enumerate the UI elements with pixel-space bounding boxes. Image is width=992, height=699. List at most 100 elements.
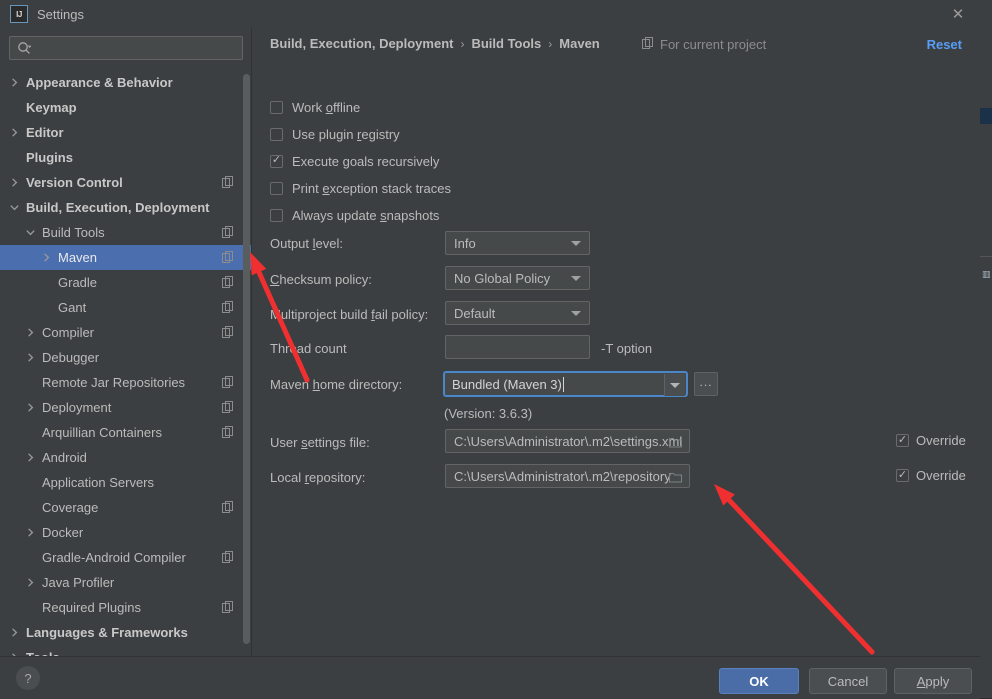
checkbox-use-plugin-registry[interactable]: Use plugin registry: [270, 125, 400, 143]
copy-settings-icon[interactable]: [222, 276, 234, 288]
checkbox-always-update-snapshots[interactable]: Always update snapshots: [270, 206, 439, 224]
user-settings-override-checkbox[interactable]: [896, 434, 909, 447]
checkbox-box[interactable]: [270, 100, 283, 114]
chevron-down-icon: [571, 276, 581, 281]
sidebar-item-gradle-android-compiler[interactable]: Gradle-Android Compiler: [0, 545, 252, 570]
sidebar-item-application-servers[interactable]: Application Servers: [0, 470, 252, 495]
sidebar-item-debugger[interactable]: Debugger: [0, 345, 252, 370]
search-input[interactable]: [35, 39, 219, 57]
maven-settings-panel: Build, Execution, Deployment › Build Too…: [253, 28, 980, 656]
sidebar-item-languages-frameworks[interactable]: Languages & Frameworks: [0, 620, 252, 645]
ide-tool-window-label[interactable]: ▤: [982, 270, 992, 279]
checksum-policy-combo[interactable]: No Global Policy: [445, 266, 590, 290]
chevron-right-icon[interactable]: [8, 626, 21, 639]
checkbox-print-exception-stack-traces[interactable]: Print exception stack traces: [270, 179, 451, 197]
sidebar-item-docker[interactable]: Docker: [0, 520, 252, 545]
copy-settings-icon[interactable]: [222, 601, 234, 613]
copy-settings-icon[interactable]: [222, 326, 234, 338]
sidebar-item-keymap[interactable]: Keymap: [0, 95, 252, 120]
maven-version-note: (Version: 3.6.3): [444, 406, 533, 421]
copy-settings-icon[interactable]: [222, 226, 234, 238]
folder-icon[interactable]: [669, 436, 682, 448]
sidebar-item-editor[interactable]: Editor: [0, 120, 252, 145]
chevron-right-icon[interactable]: [24, 576, 37, 589]
local-repository-override-group[interactable]: Override: [896, 468, 966, 483]
help-button[interactable]: ?: [16, 666, 40, 690]
apply-button[interactable]: Apply: [894, 668, 972, 694]
chevron-right-icon[interactable]: [8, 76, 21, 89]
checkbox-box[interactable]: [270, 208, 283, 222]
sidebar-item-java-profiler[interactable]: Java Profiler: [0, 570, 252, 595]
sidebar-item-gant[interactable]: Gant: [0, 295, 252, 320]
thread-count-input[interactable]: [445, 335, 590, 359]
sidebar-item-plugins[interactable]: Plugins: [0, 145, 252, 170]
maven-home-dropdown-button[interactable]: [664, 374, 685, 396]
copy-settings-icon[interactable]: [222, 301, 234, 313]
settings-tree[interactable]: Appearance & Behavior Keymap Editor Plugins…: [0, 70, 252, 656]
sidebar-item-gradle[interactable]: Gradle: [0, 270, 252, 295]
breadcrumb-item-2: Maven: [559, 36, 600, 51]
checkbox-execute-goals-recursively[interactable]: Execute goals recursively: [270, 152, 439, 170]
chevron-right-icon[interactable]: [24, 326, 37, 339]
multiproject-fail-policy-combo[interactable]: Default: [445, 301, 590, 325]
chevron-right-icon[interactable]: [24, 526, 37, 539]
sidebar-item-build-execution-deployment[interactable]: Build, Execution, Deployment: [0, 195, 252, 220]
sidebar-item-tools[interactable]: Tools: [0, 645, 252, 656]
breadcrumb-item-1[interactable]: Build Tools: [471, 36, 541, 51]
copy-settings-icon[interactable]: [222, 251, 234, 263]
sidebar-item-remote-jar-repositories[interactable]: Remote Jar Repositories: [0, 370, 252, 395]
breadcrumb-item-0[interactable]: Build, Execution, Deployment: [270, 36, 453, 51]
chevron-down-icon[interactable]: [24, 226, 37, 239]
user-settings-override-group[interactable]: Override: [896, 433, 966, 448]
ide-strip-middle: [980, 124, 992, 257]
checkbox-work-offline[interactable]: Work offline: [270, 98, 360, 116]
sidebar-item-required-plugins[interactable]: Required Plugins: [0, 595, 252, 620]
chevron-right-icon[interactable]: [24, 451, 37, 464]
chevron-right-icon[interactable]: [8, 126, 21, 139]
multiproject-fail-policy-value: Default: [454, 305, 496, 321]
reset-link[interactable]: Reset: [927, 37, 962, 52]
chevron-right-icon[interactable]: [40, 251, 53, 264]
output-level-combo[interactable]: Info: [445, 231, 590, 255]
chevron-right-icon[interactable]: [8, 176, 21, 189]
chevron-down-icon[interactable]: [8, 201, 21, 214]
copy-settings-icon[interactable]: [222, 376, 234, 388]
sidebar-item-build-tools[interactable]: Build Tools: [0, 220, 252, 245]
sidebar-item-arquillian-containers[interactable]: Arquillian Containers: [0, 420, 252, 445]
checkbox-label: Use plugin registry: [292, 126, 400, 142]
copy-settings-icon[interactable]: [222, 551, 234, 563]
chevron-right-icon[interactable]: [24, 401, 37, 414]
local-repository-override-checkbox[interactable]: [896, 469, 909, 482]
dialog-title: Settings: [37, 6, 84, 22]
checkbox-box[interactable]: [270, 181, 283, 195]
sidebar-scrollbar-track[interactable]: [243, 70, 250, 656]
cancel-button[interactable]: Cancel: [809, 668, 887, 694]
copy-settings-icon[interactable]: [222, 501, 234, 513]
maven-home-directory-combo[interactable]: Bundled (Maven 3): [443, 371, 688, 397]
local-repository-input[interactable]: C:\Users\Administrator\.m2\repository: [445, 464, 690, 488]
ok-button[interactable]: OK: [719, 668, 799, 694]
sidebar-item-label: Gradle: [58, 275, 98, 290]
checkbox-box[interactable]: [270, 127, 283, 141]
sidebar-item-maven[interactable]: Maven: [0, 245, 252, 270]
copy-settings-icon[interactable]: [222, 401, 234, 413]
sidebar-item-label: Android: [42, 450, 87, 465]
chevron-right-icon[interactable]: [24, 351, 37, 364]
user-settings-file-input[interactable]: C:\Users\Administrator\.m2\settings.xml: [445, 429, 690, 453]
checkbox-box[interactable]: [270, 154, 283, 168]
sidebar-item-deployment[interactable]: Deployment: [0, 395, 252, 420]
sidebar-item-compiler[interactable]: Compiler: [0, 320, 252, 345]
sidebar-item-android[interactable]: Android: [0, 445, 252, 470]
folder-icon[interactable]: [669, 471, 682, 483]
user-settings-file-value: C:\Users\Administrator\.m2\settings.xml: [454, 433, 683, 449]
sidebar-item-appearance-behavior[interactable]: Appearance & Behavior: [0, 70, 252, 95]
copy-settings-icon[interactable]: [222, 176, 234, 188]
maven-home-browse-button[interactable]: ...: [694, 372, 718, 396]
close-icon[interactable]: ✕: [946, 3, 970, 25]
sidebar-item-label: Maven: [58, 250, 98, 265]
sidebar-item-version-control[interactable]: Version Control: [0, 170, 252, 195]
copy-settings-icon[interactable]: [222, 426, 234, 438]
sidebar-scrollbar-thumb[interactable]: [243, 74, 250, 644]
sidebar-item-coverage[interactable]: Coverage: [0, 495, 252, 520]
search-field[interactable]: [9, 36, 243, 60]
